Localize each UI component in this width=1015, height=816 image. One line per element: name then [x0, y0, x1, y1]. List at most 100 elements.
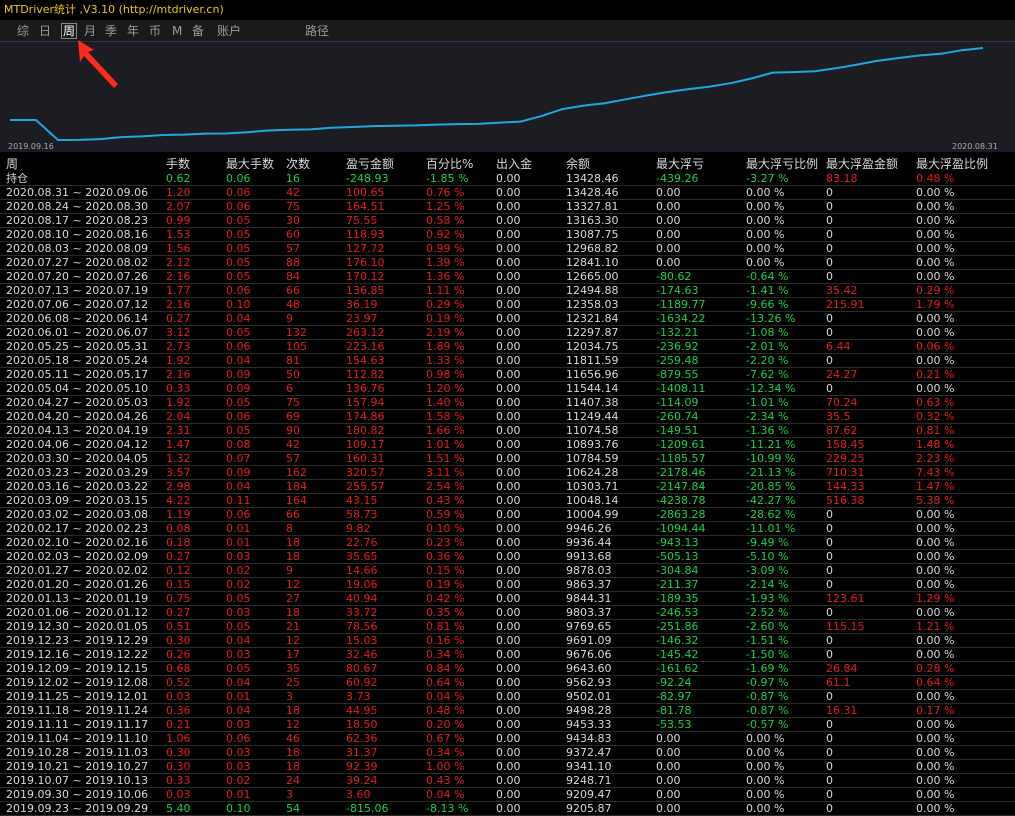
tab-7[interactable]: M	[172, 23, 182, 39]
cell-pct: 0.19 %	[426, 312, 465, 325]
cell-week: 2019.10.07 ~ 2019.10.13	[6, 774, 149, 787]
cell-week: 2020.05.25 ~ 2020.05.31	[6, 340, 149, 353]
table-row: 2019.12.02 ~ 2019.12.08 0.52 0.04 25 60.92 0.…	[0, 676, 1015, 690]
cell-balance: 10893.76	[566, 438, 619, 451]
cell-pct: 1.39 %	[426, 256, 465, 269]
cell-pnl: 19.06	[346, 578, 378, 591]
tab-6[interactable]: 币	[149, 23, 161, 39]
cell-maxdd: 最大浮亏	[656, 157, 705, 171]
cell-balance: 9691.09	[566, 634, 612, 647]
table-row: 2020.07.20 ~ 2020.07.26 2.16 0.05 84 170.12 1…	[0, 270, 1015, 284]
cell-maxddpct: 0.00 %	[746, 774, 785, 787]
cell-lots: 0.15	[166, 578, 191, 591]
tab-5[interactable]: 年	[127, 23, 139, 39]
cell-pnl: 92.39	[346, 760, 378, 773]
cell-maxfppct: 0.00 %	[916, 606, 955, 619]
cell-maxfp: 0	[826, 228, 833, 241]
cell-lots: 1.47	[166, 438, 191, 451]
cell-count: 18	[286, 536, 300, 549]
cell-maxfp: 0	[826, 242, 833, 255]
cell-pnl: 58.73	[346, 508, 378, 521]
cell-balance: 9502.01	[566, 690, 612, 703]
cell-lots: 0.27	[166, 550, 191, 563]
cell-flow: 0.00	[496, 382, 521, 395]
cell-maxdd: -304.84	[656, 564, 699, 577]
cell-lots: 2.07	[166, 200, 191, 213]
cell-count: 21	[286, 620, 300, 633]
cell-maxfp: 158.45	[826, 438, 865, 451]
cell-flow: 0.00	[496, 326, 521, 339]
cell-count: 57	[286, 452, 300, 465]
table-row: 2020.07.06 ~ 2020.07.12 2.16 0.10 48 36.19 0.…	[0, 298, 1015, 312]
table-row: 2020.02.03 ~ 2020.02.09 0.27 0.03 18 35.65 0.…	[0, 550, 1015, 564]
cell-balance: 12358.03	[566, 298, 619, 311]
cell-pnl: 盈亏金额	[346, 157, 395, 171]
cell-maxlots: 0.05	[226, 662, 251, 675]
cell-flow: 0.00	[496, 592, 521, 605]
cell-balance: 10048.14	[566, 494, 619, 507]
cell-maxdd: -1189.77	[656, 298, 706, 311]
tab-4[interactable]: 季	[105, 23, 117, 39]
cell-maxlots: 0.06	[226, 410, 251, 423]
cell-count: 60	[286, 228, 300, 241]
cell-balance: 9878.03	[566, 564, 612, 577]
cell-count: 18	[286, 550, 300, 563]
cell-maxddpct: -2.34 %	[746, 410, 789, 423]
cell-balance: 9803.37	[566, 606, 612, 619]
cell-pct: 1.00 %	[426, 760, 465, 773]
tab-0[interactable]: 综	[17, 23, 29, 39]
tab-2[interactable]: 周	[61, 23, 78, 39]
cell-week: 2020.03.23 ~ 2020.03.29	[6, 466, 149, 479]
cell-maxlots: 0.04	[226, 312, 251, 325]
cell-flow: 0.00	[496, 410, 521, 423]
cell-pnl: 223.16	[346, 340, 385, 353]
cell-maxddpct: 0.00 %	[746, 732, 785, 745]
cell-pct: 1.01 %	[426, 438, 465, 451]
cell-pct: 1.51 %	[426, 452, 465, 465]
cell-count: 162	[286, 466, 307, 479]
table-row: 2019.10.28 ~ 2019.11.03 0.30 0.03 18 31.37 0.…	[0, 746, 1015, 760]
cell-count: 132	[286, 326, 307, 339]
cell-maxfp: 6.44	[826, 340, 851, 353]
cell-maxlots: 0.01	[226, 536, 251, 549]
cell-maxfp: 24.27	[826, 368, 858, 381]
cell-flow: 0.00	[496, 802, 521, 815]
cell-count: 8	[286, 522, 293, 535]
cell-flow: 0.00	[496, 242, 521, 255]
cell-count: 66	[286, 284, 300, 297]
cell-balance: 9936.44	[566, 536, 612, 549]
cell-pnl: 44.95	[346, 704, 378, 717]
cell-maxfp: 0	[826, 508, 833, 521]
cell-lots: 0.68	[166, 662, 191, 675]
tab-1[interactable]: 日	[39, 23, 51, 39]
cell-balance: 12321.84	[566, 312, 619, 325]
cell-maxddpct: 0.00 %	[746, 760, 785, 773]
cell-maxfp: 0	[826, 186, 833, 199]
cell-maxdd: -1209.61	[656, 438, 706, 451]
cell-maxddpct: -0.57 %	[746, 718, 789, 731]
cell-pct: 1.40 %	[426, 396, 465, 409]
tab-8[interactable]: 备	[192, 23, 204, 39]
tab-3[interactable]: 月	[84, 23, 96, 39]
table-row: 2020.08.31 ~ 2020.09.06 1.20 0.06 42 100.65 0…	[0, 186, 1015, 200]
cell-flow: 0.00	[496, 494, 521, 507]
cell-maxddpct: -9.66 %	[746, 298, 789, 311]
table-header: 周 手数 最大手数 次数 盈亏金额 百分比% 出入金 余额 最大浮亏 最大浮亏比例 最大浮盈金额 最大…	[0, 156, 1015, 172]
cell-maxfppct: 0.00 %	[916, 312, 955, 325]
table-row: 2020.07.13 ~ 2020.07.19 1.77 0.06 66 136.85 1…	[0, 284, 1015, 298]
path-button[interactable]: 路径	[305, 23, 329, 39]
cell-pct: 0.76 %	[426, 186, 465, 199]
cell-lots: 0.27	[166, 312, 191, 325]
cell-pct: 0.04 %	[426, 788, 465, 801]
cell-flow: 0.00	[496, 606, 521, 619]
cell-maxddpct: -0.87 %	[746, 690, 789, 703]
table-row: 2020.08.03 ~ 2020.08.09 1.56 0.05 57 127.72 0…	[0, 242, 1015, 256]
cell-maxddpct: 0.00 %	[746, 186, 785, 199]
tab-9[interactable]: 账户	[217, 23, 241, 39]
cell-count: 27	[286, 592, 300, 605]
cell-maxfppct: 0.48 %	[916, 172, 955, 185]
cell-pct: 1.58 %	[426, 410, 465, 423]
cell-maxfp: 0	[826, 690, 833, 703]
cell-maxfp: 16.31	[826, 704, 858, 717]
cell-maxdd: -189.35	[656, 592, 699, 605]
